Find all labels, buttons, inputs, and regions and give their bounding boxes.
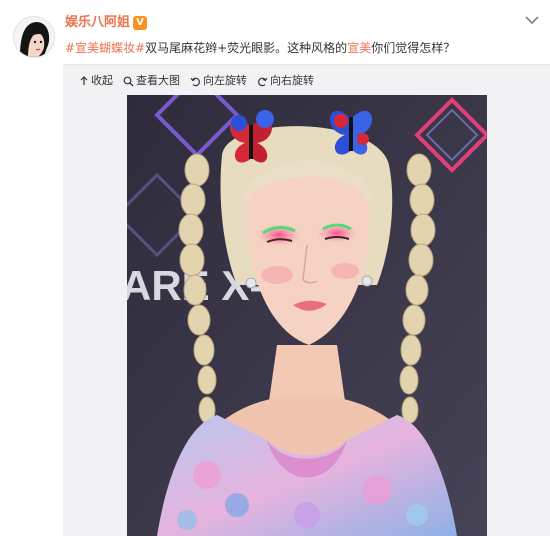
post-text-segment: 你们觉得怎样？	[371, 41, 456, 55]
rotate-left-icon	[190, 77, 200, 86]
author-name[interactable]: 娱乐八阿姐	[65, 14, 130, 32]
collapse-button[interactable]: 收起	[79, 72, 113, 90]
collapse-label: 收起	[91, 74, 113, 87]
view-large-button[interactable]: 查看大图	[123, 72, 180, 90]
rotate-right-label: 向右旋转	[270, 74, 314, 87]
chevron-down-icon[interactable]	[524, 14, 540, 26]
view-large-label: 查看大图	[136, 74, 180, 87]
post-text: #宣美蝴蝶妆#双马尾麻花辫+荧光眼影。这种风格的宣美你们觉得怎样？	[65, 40, 535, 56]
rotate-right-button[interactable]: 向右旋转	[257, 72, 314, 90]
photo-illustration: ARE X-1	[127, 95, 487, 536]
rotate-right-icon	[258, 77, 268, 86]
weibo-post-card: 娱乐八阿姐 V #宣美蝴蝶妆#双马尾麻花辫+荧光眼影。这种风格的宣美你们觉得怎样…	[0, 0, 550, 536]
magnifier-icon	[123, 76, 134, 86]
post-text-segment: 双马尾麻花辫+荧光眼影。这种风格的	[145, 41, 348, 55]
avatar-illustration	[14, 17, 54, 57]
media-panel: 收起 查看大图 向左旋转 向右旋转 ARE X-1	[63, 64, 550, 536]
collapse-arrow-icon	[80, 76, 88, 85]
author-avatar[interactable]	[13, 16, 55, 58]
post-photo[interactable]: ARE X-1	[127, 95, 487, 536]
media-toolbar: 收起 查看大图 向左旋转 向右旋转	[79, 72, 324, 90]
keyword-link[interactable]: 宣美	[347, 41, 371, 55]
hashtag-link[interactable]: #宣美蝴蝶妆#	[65, 41, 145, 55]
rotate-left-label: 向左旋转	[203, 74, 247, 87]
rotate-left-button[interactable]: 向左旋转	[190, 72, 247, 90]
author-row: 娱乐八阿姐 V	[65, 14, 148, 32]
verified-badge-icon: V	[133, 16, 148, 30]
